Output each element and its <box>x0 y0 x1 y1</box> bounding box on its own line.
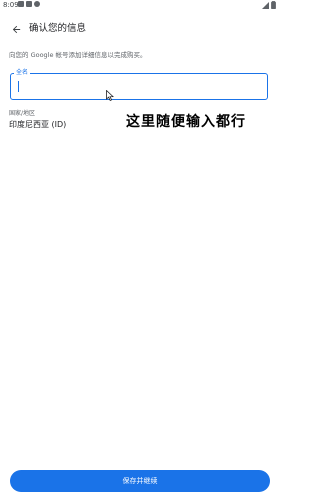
save-and-continue-label: 保存并继续 <box>122 477 158 485</box>
status-notification-icons <box>18 1 40 7</box>
gallery-notification-icon <box>18 1 24 7</box>
mouse-pointer-icon <box>106 86 114 105</box>
country-label: 国家/地区 <box>9 110 36 117</box>
back-button[interactable] <box>7 20 25 38</box>
arrow-back-icon <box>11 20 22 39</box>
text-cursor <box>18 81 19 92</box>
country-select[interactable]: 印度尼西亚 (ID) <box>9 119 66 130</box>
status-system-icons <box>262 1 276 9</box>
app-bar: 确认您的信息 <box>0 14 280 44</box>
status-time: 8:09 <box>3 1 19 9</box>
battery-icon <box>271 1 276 9</box>
annotation-text: 这里随便输入都行 <box>126 114 246 130</box>
sync-notification-icon <box>34 1 40 7</box>
full-name-label: 全名 <box>14 69 31 77</box>
signal-icon <box>262 1 269 9</box>
save-and-continue-button[interactable]: 保存并继续 <box>10 470 270 492</box>
full-name-input[interactable] <box>10 73 268 100</box>
page-title: 确认您的信息 <box>29 23 87 34</box>
status-bar: 8:09 <box>0 0 280 10</box>
form-subtitle: 向您的 Google 帐号添加详细信息以完成购买。 <box>9 51 147 59</box>
app-notification-icon <box>26 1 32 7</box>
